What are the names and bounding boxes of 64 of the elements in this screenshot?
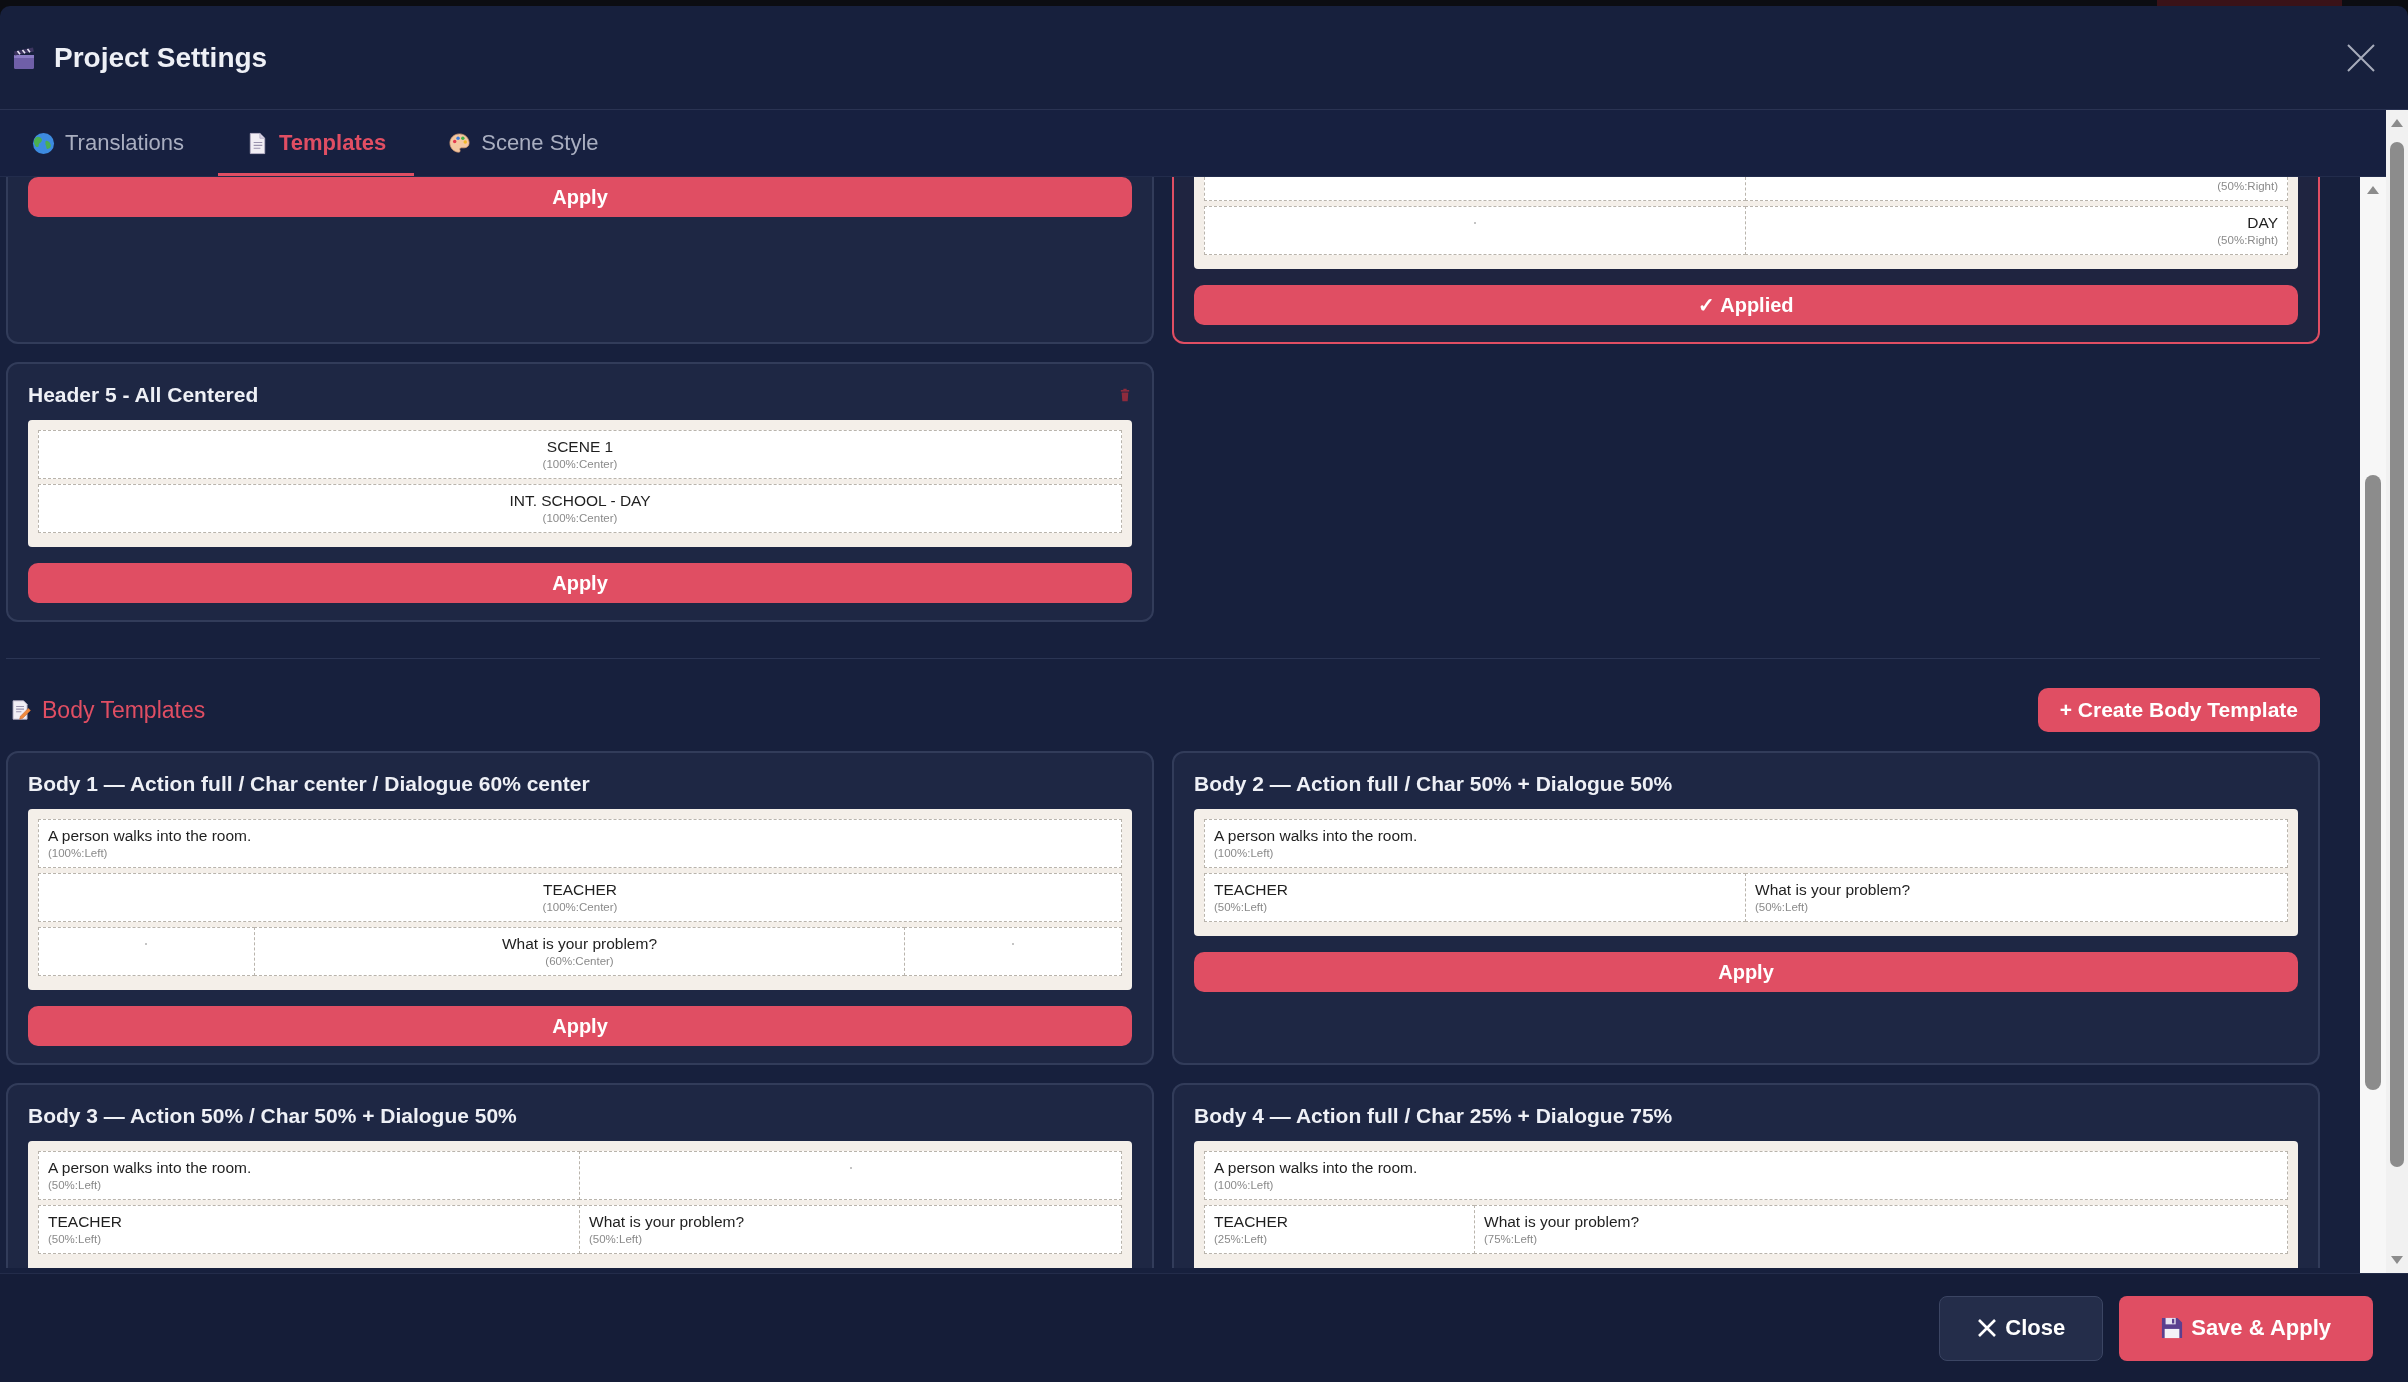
width-align-note: (60%:Center) bbox=[545, 954, 614, 969]
width-align-note: (50%:Right) bbox=[2217, 233, 2278, 248]
sample-text: TEACHER bbox=[542, 880, 618, 900]
empty-marker-icon bbox=[1012, 943, 1015, 945]
template-title: Body 3 — Action 50% / Char 50% + Dialogue 50% bbox=[28, 1104, 517, 1128]
clapperboard-icon bbox=[12, 45, 36, 70]
width-align-note: (100%:Left) bbox=[1214, 1178, 1274, 1193]
width-align-note: (100%:Left) bbox=[1214, 846, 1274, 861]
width-align-note: (100%:Center) bbox=[542, 457, 618, 472]
tab[interactable]: Translations bbox=[4, 110, 212, 176]
empty-marker-icon bbox=[1474, 222, 1476, 224]
palette-icon bbox=[448, 131, 472, 155]
save-button[interactable]: Save & Apply bbox=[2119, 1295, 2373, 1361]
width-align-note: (50%:Right) bbox=[2217, 179, 2278, 194]
section-title: Body Templates bbox=[42, 696, 206, 724]
create-template-button[interactable]: + Create Body Template bbox=[2037, 688, 2320, 732]
width-align-note: (50%:Left) bbox=[1755, 900, 1809, 915]
dialog-title: Project Settings bbox=[54, 41, 268, 74]
sample-text: A person walks into the room. bbox=[1214, 826, 1418, 846]
apply-button[interactable]: ✓ Applied bbox=[1194, 285, 2298, 325]
template-title: Header 5 - All Centered bbox=[28, 383, 259, 407]
sample-text: SCENE 1 bbox=[546, 437, 614, 457]
trash-icon[interactable] bbox=[1120, 388, 1130, 402]
width-align-note: (50%:Left) bbox=[589, 1232, 643, 1247]
memo-icon bbox=[10, 698, 31, 722]
close-button[interactable]: Close bbox=[1939, 1295, 2104, 1361]
sample-text: A person walks into the room. bbox=[48, 826, 252, 846]
globe-icon bbox=[32, 131, 55, 155]
width-align-note: (100%:Center) bbox=[542, 511, 618, 526]
close-icon bbox=[1977, 1318, 1998, 1338]
sample-text: TEACHER bbox=[48, 1212, 123, 1232]
sample-text: What is your problem? bbox=[589, 1212, 745, 1232]
sample-text: TEACHER bbox=[1214, 880, 1289, 900]
empty-marker-icon bbox=[145, 943, 148, 945]
width-align-note: (50%:Left) bbox=[48, 1232, 102, 1247]
sample-text: INT. SCHOOL - DAY bbox=[509, 491, 651, 511]
sample-text: A person walks into the room. bbox=[1214, 1158, 1418, 1178]
template-title: Body 2 — Action full / Char 50% + Dialogue 50% bbox=[1194, 772, 1673, 796]
sample-text: TEACHER bbox=[1214, 1212, 1289, 1232]
close-icon[interactable] bbox=[2347, 43, 2375, 72]
sample-text: What is your problem? bbox=[501, 934, 657, 954]
width-align-note: (25%:Left) bbox=[1214, 1232, 1268, 1247]
scroll-up-icon[interactable] bbox=[2367, 186, 2379, 194]
apply-button[interactable]: Apply bbox=[28, 1006, 1132, 1046]
width-align-note: (50%:Left) bbox=[48, 1178, 102, 1193]
template-title: Body 1 — Action full / Char center / Dialogue 60% center bbox=[28, 772, 590, 796]
empty-marker-icon bbox=[849, 1167, 852, 1169]
sample-text: What is your problem? bbox=[1755, 880, 1911, 900]
sample-text: What is your problem? bbox=[1484, 1212, 1640, 1232]
scrollbar-thumb[interactable] bbox=[2365, 475, 2381, 1090]
width-align-note: (75%:Left) bbox=[1484, 1232, 1538, 1247]
sample-text: A person walks into the room. bbox=[48, 1158, 252, 1178]
apply-button[interactable]: Apply bbox=[28, 563, 1132, 603]
template-title: Body 4 — Action full / Char 25% + Dialogue 75% bbox=[1194, 1104, 1673, 1128]
width-align-note: (100%:Center) bbox=[542, 900, 618, 915]
apply-button[interactable]: Apply bbox=[28, 177, 1132, 217]
width-align-note: (50%:Left) bbox=[1214, 900, 1268, 915]
scrollbar-thumb[interactable] bbox=[2390, 142, 2404, 1167]
apply-button[interactable]: Apply bbox=[1194, 952, 2298, 992]
sample-text: DAY bbox=[2247, 213, 2278, 233]
width-align-note: (100%:Left) bbox=[48, 846, 108, 861]
scroll-up-icon[interactable] bbox=[2391, 119, 2403, 127]
scroll-down-icon[interactable] bbox=[2391, 1256, 2403, 1264]
tab[interactable]: Scene Style bbox=[420, 110, 627, 176]
